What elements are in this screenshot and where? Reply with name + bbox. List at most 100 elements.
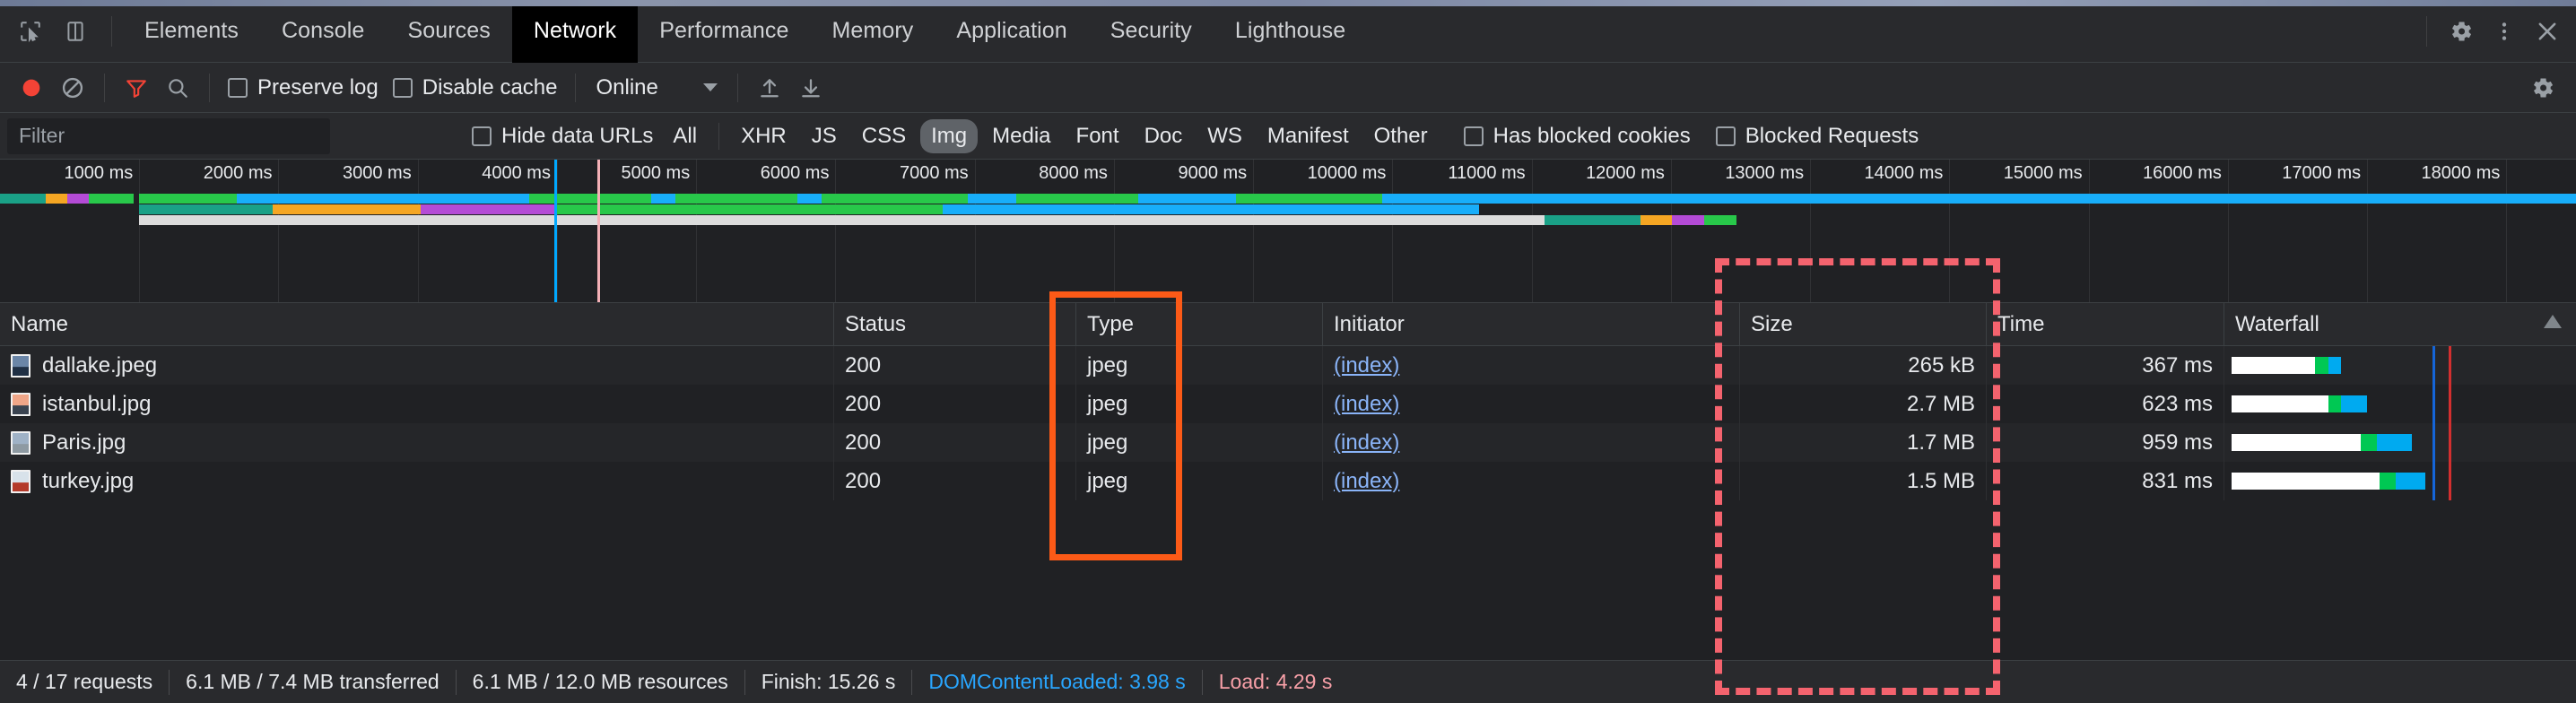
waterfall-download-segment — [2341, 395, 2368, 412]
timeline-tick-label: 3000 ms — [343, 163, 412, 183]
tab-network[interactable]: Network — [511, 0, 639, 63]
close-icon[interactable] — [2528, 12, 2567, 51]
timeline-tick — [1392, 160, 1394, 302]
cell-size: 2.7 MB — [1740, 385, 1987, 423]
disable-cache-box[interactable] — [392, 77, 413, 98]
inspect-element-icon[interactable] — [11, 12, 50, 51]
overview-bar-segment — [1640, 215, 1673, 225]
overview-bar-segment — [554, 204, 944, 214]
network-overview-timeline[interactable]: 1000 ms 2000 ms 3000 ms 4000 ms 5000 ms 6000 … — [0, 160, 2576, 303]
record-icon[interactable] — [11, 67, 52, 108]
file-name-label: dallake.jpeg — [42, 352, 158, 378]
filter-type-font[interactable]: Font — [1066, 119, 1130, 153]
waterfall-load-line — [2449, 346, 2451, 385]
hide-data-urls-label: Hide data URLs — [501, 123, 654, 148]
column-header-time[interactable]: Time — [1987, 302, 2224, 346]
search-icon[interactable] — [157, 67, 198, 108]
has-blocked-cookies-box[interactable] — [1463, 126, 1484, 146]
cell-name[interactable]: istanbul.jpg — [0, 385, 834, 423]
filter-type-xhr[interactable]: XHR — [730, 119, 797, 153]
table-row[interactable]: dallake.jpeg 200 jpeg (index) 265 kB 367 ms — [0, 346, 2576, 385]
tab-memory[interactable]: Memory — [810, 0, 935, 63]
filter-type-media[interactable]: Media — [981, 119, 1061, 153]
filter-type-img[interactable]: Img — [920, 118, 979, 153]
table-row[interactable]: turkey.jpg 200 jpeg (index) 1.5 MB 831 ms — [0, 462, 2576, 500]
tab-elements[interactable]: Elements — [123, 0, 260, 63]
cell-size: 1.5 MB — [1740, 462, 1987, 500]
more-options-icon[interactable] — [2485, 12, 2524, 51]
gear-icon[interactable] — [2441, 12, 2481, 51]
overview-bar-segment — [528, 194, 651, 204]
cell-name[interactable]: Paris.jpg — [0, 423, 834, 462]
timeline-tick-label: 10000 ms — [1307, 163, 1387, 183]
cell-size: 265 kB — [1740, 346, 1987, 385]
waterfall-load-line — [2449, 423, 2451, 462]
timeline-tick — [2506, 160, 2508, 302]
tab-sources[interactable]: Sources — [386, 0, 511, 63]
toolbar-divider-4 — [736, 73, 738, 102]
export-har-icon[interactable] — [790, 67, 831, 108]
initiator-link[interactable]: (index) — [1334, 469, 1399, 494]
blocked-requests-checkbox[interactable]: Blocked Requests — [1709, 124, 1926, 149]
tab-console[interactable]: Console — [260, 0, 386, 63]
tabbar-right-divider — [2426, 16, 2427, 47]
column-header-type[interactable]: Type — [1076, 302, 1323, 346]
tabbar-left-icons — [0, 12, 123, 51]
filter-type-js[interactable]: JS — [801, 119, 848, 153]
sort-ascending-icon[interactable] — [2544, 315, 2562, 328]
device-toolbar-icon[interactable] — [56, 12, 95, 51]
timeline-tick — [2367, 160, 2369, 302]
throttling-select[interactable]: Online — [587, 71, 726, 105]
filter-input[interactable] — [7, 117, 330, 154]
preserve-log-box[interactable] — [228, 77, 248, 98]
filter-type-manifest[interactable]: Manifest — [1257, 119, 1360, 153]
tab-performance[interactable]: Performance — [638, 0, 810, 63]
preserve-log-checkbox[interactable]: Preserve log — [221, 75, 386, 100]
overview-bar-segment — [1545, 215, 1640, 225]
cell-waterfall — [2224, 462, 2576, 500]
network-settings-icon[interactable] — [2522, 67, 2563, 108]
filter-type-all[interactable]: All — [662, 119, 708, 153]
column-header-name[interactable]: Name — [0, 302, 834, 346]
filter-type-other[interactable]: Other — [1363, 119, 1439, 153]
clear-icon[interactable] — [52, 67, 93, 108]
filter-icon[interactable] — [116, 67, 157, 108]
column-header-size[interactable]: Size — [1740, 302, 1987, 346]
timeline-tick — [417, 160, 419, 302]
overview-bar-segment — [943, 204, 1479, 214]
import-har-icon[interactable] — [749, 67, 790, 108]
cell-name[interactable]: dallake.jpeg — [0, 346, 834, 385]
file-thumbnail-icon — [11, 469, 30, 493]
hide-data-urls-checkbox[interactable]: Hide data URLs — [465, 124, 660, 149]
initiator-link[interactable]: (index) — [1334, 430, 1399, 456]
timeline-tick-label: 7000 ms — [899, 163, 969, 183]
file-name-label: turkey.jpg — [42, 468, 135, 493]
disable-cache-checkbox[interactable]: Disable cache — [386, 75, 565, 100]
column-header-status[interactable]: Status — [834, 302, 1076, 346]
has-blocked-cookies-checkbox[interactable]: Has blocked cookies — [1457, 124, 1698, 149]
column-header-waterfall[interactable]: Waterfall — [2224, 303, 2576, 346]
filter-type-css[interactable]: CSS — [851, 119, 917, 153]
cell-initiator: (index) — [1323, 462, 1740, 500]
cell-name[interactable]: turkey.jpg — [0, 462, 834, 500]
timeline-tick-label: 1000 ms — [64, 163, 134, 183]
table-row[interactable]: istanbul.jpg 200 jpeg (index) 2.7 MB 623 ms — [0, 385, 2576, 423]
filter-type-doc[interactable]: Doc — [1134, 119, 1194, 153]
overview-bar-segment — [796, 194, 822, 204]
timeline-tick-label: 11000 ms — [1448, 163, 1526, 183]
timeline-tick — [1113, 160, 1115, 302]
cell-waterfall — [2224, 423, 2576, 462]
overview-domcontentloaded-line — [553, 160, 557, 302]
table-row[interactable]: Paris.jpg 200 jpeg (index) 1.7 MB 959 ms — [0, 423, 2576, 462]
tab-application[interactable]: Application — [935, 0, 1088, 63]
hide-data-urls-box[interactable] — [472, 126, 492, 146]
tab-lighthouse[interactable]: Lighthouse — [1214, 0, 1367, 63]
waterfall-bar — [2231, 357, 2342, 374]
filter-type-ws[interactable]: WS — [1197, 119, 1253, 153]
column-header-initiator[interactable]: Initiator — [1323, 302, 1740, 346]
tab-security[interactable]: Security — [1089, 0, 1214, 63]
initiator-link[interactable]: (index) — [1334, 392, 1399, 417]
blocked-requests-box[interactable] — [1715, 126, 1736, 146]
throttling-value: Online — [596, 74, 658, 100]
initiator-link[interactable]: (index) — [1334, 353, 1399, 378]
